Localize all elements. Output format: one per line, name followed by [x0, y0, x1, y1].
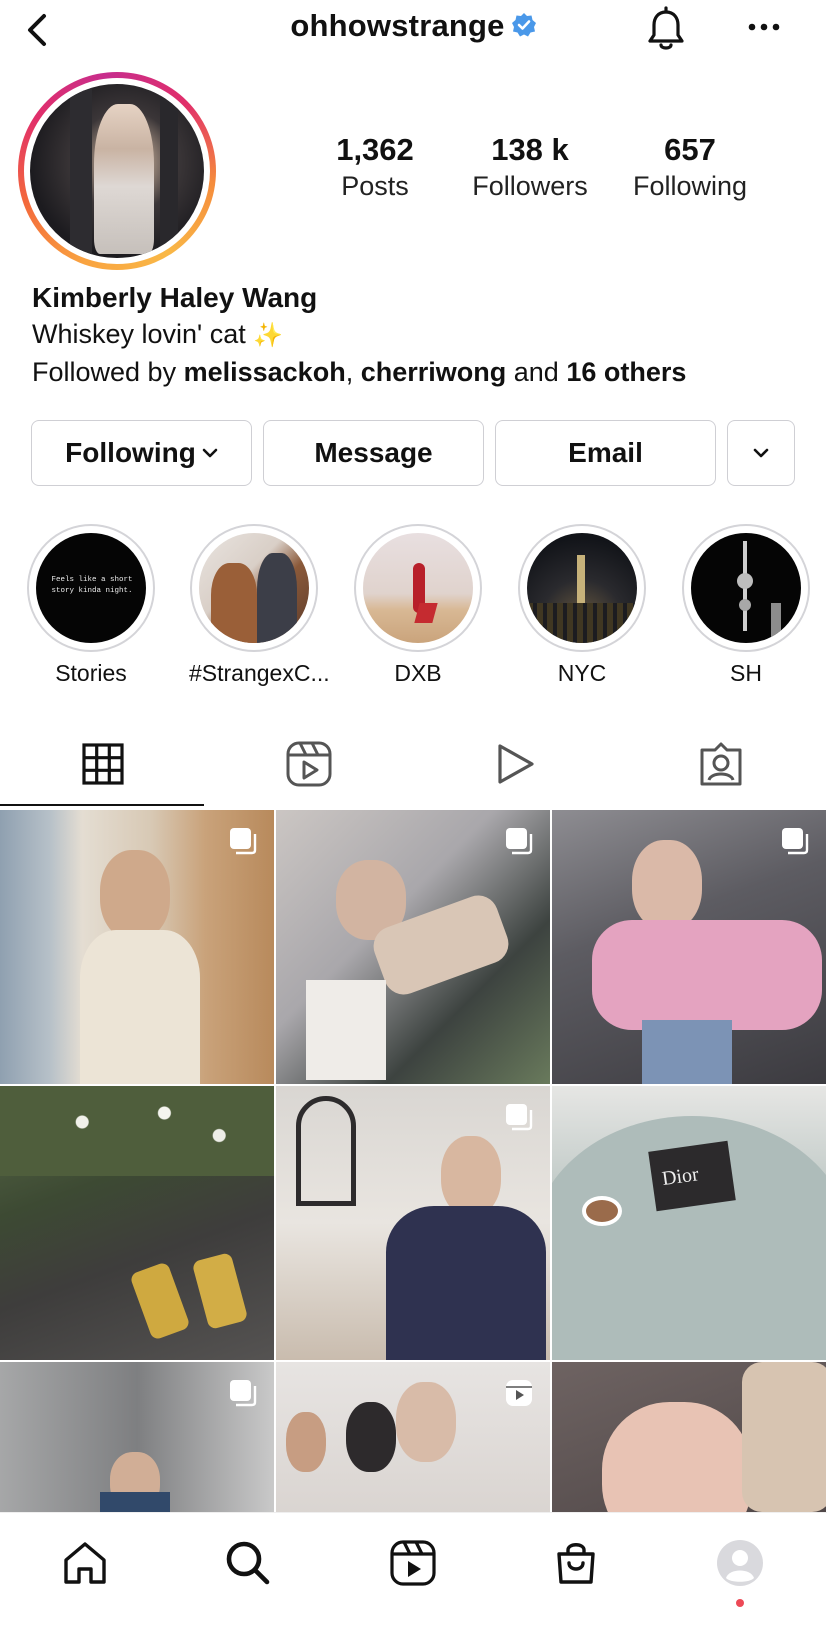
- posts-grid: Dior: [0, 810, 827, 1512]
- post-thumbnail[interactable]: [552, 810, 826, 1084]
- post-thumbnail[interactable]: Dior: [552, 1086, 826, 1360]
- chevron-down-icon: [202, 448, 218, 458]
- message-button[interactable]: Message: [263, 420, 484, 486]
- nav-home[interactable]: [55, 1533, 115, 1593]
- email-button[interactable]: Email: [495, 420, 716, 486]
- tab-reels[interactable]: [206, 722, 412, 806]
- mutual-others-link[interactable]: 16 others: [566, 357, 686, 387]
- reels-icon: [286, 741, 332, 787]
- nav-search[interactable]: [218, 1533, 278, 1593]
- post-thumbnail[interactable]: [0, 1086, 274, 1360]
- more-options-icon[interactable]: [744, 12, 784, 42]
- profile-stats: 1,362 Posts 138 k Followers 657 Followin…: [290, 132, 770, 212]
- nav-shop[interactable]: [546, 1533, 606, 1593]
- mutual-user-link[interactable]: melissackoh: [184, 357, 346, 387]
- post-thumbnail[interactable]: [0, 1362, 274, 1512]
- post-thumbnail[interactable]: [276, 1362, 550, 1512]
- profile-avatar-icon: [717, 1540, 763, 1586]
- profile-avatar-story-ring[interactable]: [18, 72, 216, 270]
- tab-tagged[interactable]: [618, 722, 824, 806]
- profile-notification-dot: [736, 1599, 744, 1607]
- tagged-icon: [700, 742, 742, 786]
- highlight-item[interactable]: Feels like a short story kinda night. St…: [26, 524, 156, 688]
- mutual-user-link[interactable]: cherriwong: [361, 357, 507, 387]
- username: ohhowstrange: [290, 8, 505, 43]
- carousel-icon: [782, 828, 809, 855]
- carousel-icon: [506, 828, 533, 855]
- suggested-accounts-button[interactable]: [727, 420, 795, 486]
- profile-header: ohhowstrange: [0, 0, 827, 60]
- nav-profile[interactable]: [710, 1533, 770, 1593]
- profile-bio: Kimberly Haley Wang Whiskey lovin' cat ✨…: [32, 280, 812, 390]
- profile-name: Kimberly Haley Wang: [32, 282, 318, 313]
- story-highlights: Feels like a short story kinda night. St…: [0, 524, 827, 686]
- highlight-cover: [691, 533, 801, 643]
- post-thumbnail[interactable]: [276, 1086, 550, 1360]
- highlight-cover: Feels like a short story kinda night.: [36, 533, 146, 643]
- bottom-navigation: [0, 1512, 827, 1642]
- carousel-icon: [230, 1380, 257, 1407]
- profile-username-title: ohhowstrange: [0, 8, 827, 44]
- reel-icon: [506, 1380, 532, 1406]
- carousel-icon: [230, 828, 257, 855]
- notification-bell-icon[interactable]: [644, 6, 688, 54]
- post-thumbnail[interactable]: [0, 810, 274, 1084]
- tab-posts-grid[interactable]: [0, 722, 206, 806]
- highlight-item[interactable]: #StrangexC...: [189, 524, 330, 688]
- following-button[interactable]: Following: [31, 420, 252, 486]
- profile-content-tabs: [0, 722, 827, 808]
- carousel-icon: [506, 1104, 533, 1131]
- highlight-item[interactable]: NYC: [517, 524, 647, 688]
- followed-by-text[interactable]: Followed by melissackoh, cherriwong and …: [32, 354, 812, 390]
- shop-bag-icon: [557, 1543, 595, 1584]
- posts-count[interactable]: 1,362 Posts: [290, 132, 460, 204]
- chevron-down-icon: [753, 448, 769, 458]
- dior-book: Dior: [648, 1140, 736, 1212]
- reels-icon: [390, 1540, 436, 1586]
- sparkles-emoji: ✨: [253, 322, 284, 349]
- bio-text: Whiskey lovin' cat ✨: [32, 319, 284, 349]
- highlight-item[interactable]: DXB: [353, 524, 483, 688]
- search-icon: [226, 1541, 270, 1585]
- verified-badge-icon: [511, 12, 536, 37]
- highlight-cover: [363, 533, 473, 643]
- post-thumbnail[interactable]: [276, 810, 550, 1084]
- profile-avatar-photo: [30, 84, 204, 258]
- tab-videos[interactable]: [412, 722, 618, 806]
- nav-reels[interactable]: [383, 1533, 443, 1593]
- post-thumbnail[interactable]: [552, 1362, 826, 1512]
- followers-count[interactable]: 138 k Followers: [445, 132, 615, 204]
- following-count[interactable]: 657 Following: [605, 132, 775, 204]
- highlight-item[interactable]: SH: [681, 524, 811, 688]
- play-icon: [498, 744, 534, 784]
- highlight-cover: [199, 533, 309, 643]
- highlight-cover: [527, 533, 637, 643]
- active-tab-indicator: [0, 804, 204, 806]
- grid-icon: [82, 743, 124, 785]
- home-icon: [64, 1542, 106, 1584]
